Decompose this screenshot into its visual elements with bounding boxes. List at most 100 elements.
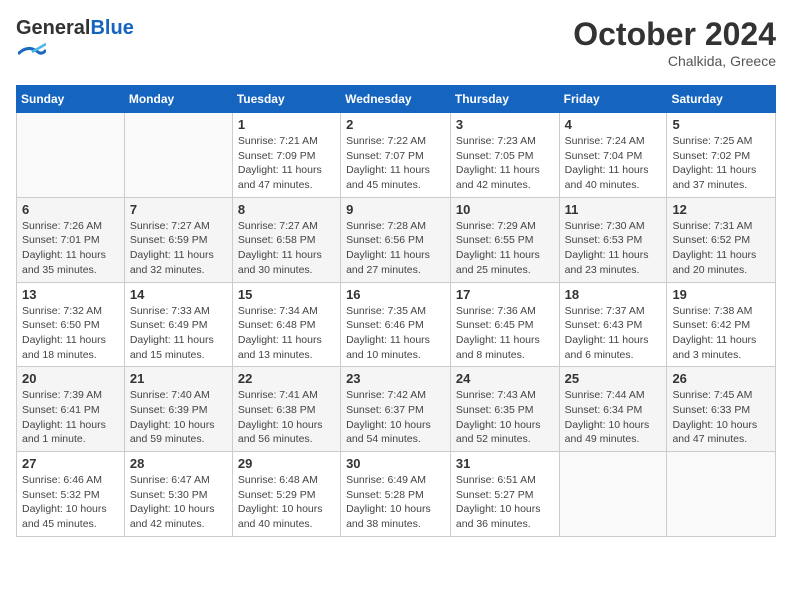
calendar-week-row: 1 Sunrise: 7:21 AMSunset: 7:09 PMDaylight…	[17, 113, 776, 198]
title-block: October 2024 Chalkida, Greece	[573, 16, 776, 69]
day-info: Sunrise: 7:36 AMSunset: 6:45 PMDaylight:…	[456, 304, 554, 363]
calendar-cell: 13 Sunrise: 7:32 AMSunset: 6:50 PMDayligh…	[17, 282, 125, 367]
calendar-cell: 5 Sunrise: 7:25 AMSunset: 7:02 PMDaylight…	[667, 113, 776, 198]
calendar-cell: 27 Sunrise: 6:46 AMSunset: 5:32 PMDayligh…	[17, 452, 125, 537]
calendar-cell: 16Sunrise: 7:35 AMSunset: 6:46 PMDayligh…	[341, 282, 451, 367]
day-number: 23	[346, 371, 445, 386]
page-header: GeneralBlue October 2024 Chalkida, Greec…	[16, 16, 776, 73]
day-number: 11	[565, 202, 662, 217]
day-number: 19	[672, 287, 770, 302]
calendar-week-row: 6Sunrise: 7:26 AMSunset: 7:01 PMDaylight…	[17, 197, 776, 282]
calendar-cell	[559, 452, 667, 537]
location: Chalkida, Greece	[573, 53, 776, 69]
day-number: 30	[346, 456, 445, 471]
calendar-cell	[667, 452, 776, 537]
calendar-cell: 9Sunrise: 7:28 AMSunset: 6:56 PMDaylight…	[341, 197, 451, 282]
day-info: Sunrise: 7:44 AMSunset: 6:34 PMDaylight:…	[565, 388, 662, 447]
day-info: Sunrise: 7:43 AMSunset: 6:35 PMDaylight:…	[456, 388, 554, 447]
calendar-table: SundayMondayTuesdayWednesdayThursdayFrid…	[16, 85, 776, 537]
calendar-cell: 3Sunrise: 7:23 AMSunset: 7:05 PMDaylight…	[450, 113, 559, 198]
day-number: 4	[565, 117, 662, 132]
calendar-cell: 28 Sunrise: 6:47 AMSunset: 5:30 PMDayligh…	[124, 452, 232, 537]
day-info: Sunrise: 7:22 AMSunset: 7:07 PMDaylight:…	[346, 134, 445, 193]
calendar-cell: 15Sunrise: 7:34 AMSunset: 6:48 PMDayligh…	[232, 282, 340, 367]
day-info: Sunrise: 7:24 AMSunset: 7:04 PMDaylight:…	[565, 134, 662, 193]
day-number: 26	[672, 371, 770, 386]
calendar-cell: 25Sunrise: 7:44 AMSunset: 6:34 PMDayligh…	[559, 367, 667, 452]
day-info: Sunrise: 7:21 AMSunset: 7:09 PMDaylight:…	[238, 134, 335, 193]
header-day: Sunday	[17, 86, 125, 113]
day-info: Sunrise: 7:32 AMSunset: 6:50 PMDaylight:…	[22, 304, 119, 363]
day-number: 5	[672, 117, 770, 132]
day-number: 14	[130, 287, 227, 302]
day-info: Sunrise: 7:35 AMSunset: 6:46 PMDaylight:…	[346, 304, 445, 363]
header-day: Tuesday	[232, 86, 340, 113]
calendar-cell: 19Sunrise: 7:38 AMSunset: 6:42 PMDayligh…	[667, 282, 776, 367]
day-number: 24	[456, 371, 554, 386]
logo-icon	[18, 40, 46, 68]
calendar-cell: 20 Sunrise: 7:39 AMSunset: 6:41 PMDayligh…	[17, 367, 125, 452]
calendar-cell: 30 Sunrise: 6:49 AMSunset: 5:28 PMDayligh…	[341, 452, 451, 537]
calendar-week-row: 13 Sunrise: 7:32 AMSunset: 6:50 PMDayligh…	[17, 282, 776, 367]
calendar-cell: 10 Sunrise: 7:29 AMSunset: 6:55 PMDayligh…	[450, 197, 559, 282]
day-number: 10	[456, 202, 554, 217]
calendar-cell: 14 Sunrise: 7:33 AMSunset: 6:49 PMDayligh…	[124, 282, 232, 367]
calendar-cell: 22 Sunrise: 7:41 AMSunset: 6:38 PMDayligh…	[232, 367, 340, 452]
day-info: Sunrise: 7:45 AMSunset: 6:33 PMDaylight:…	[672, 388, 770, 447]
day-number: 15	[238, 287, 335, 302]
day-info: Sunrise: 7:42 AMSunset: 6:37 PMDaylight:…	[346, 388, 445, 447]
day-number: 18	[565, 287, 662, 302]
calendar-cell: 2 Sunrise: 7:22 AMSunset: 7:07 PMDaylight…	[341, 113, 451, 198]
calendar-cell: 1 Sunrise: 7:21 AMSunset: 7:09 PMDaylight…	[232, 113, 340, 198]
calendar-cell: 24 Sunrise: 7:43 AMSunset: 6:35 PMDayligh…	[450, 367, 559, 452]
day-number: 3	[456, 117, 554, 132]
day-info: Sunrise: 7:28 AMSunset: 6:56 PMDaylight:…	[346, 219, 445, 278]
day-info: Sunrise: 7:33 AMSunset: 6:49 PMDaylight:…	[130, 304, 227, 363]
calendar-cell: 23 Sunrise: 7:42 AMSunset: 6:37 PMDayligh…	[341, 367, 451, 452]
calendar-cell: 26 Sunrise: 7:45 AMSunset: 6:33 PMDayligh…	[667, 367, 776, 452]
calendar-cell: 11 Sunrise: 7:30 AMSunset: 6:53 PMDayligh…	[559, 197, 667, 282]
day-info: Sunrise: 7:27 AMSunset: 6:59 PMDaylight:…	[130, 219, 227, 278]
day-info: Sunrise: 7:29 AMSunset: 6:55 PMDaylight:…	[456, 219, 554, 278]
day-number: 2	[346, 117, 445, 132]
day-number: 29	[238, 456, 335, 471]
logo-general: General	[16, 17, 90, 39]
day-number: 20	[22, 371, 119, 386]
day-info: Sunrise: 7:40 AMSunset: 6:39 PMDaylight:…	[130, 388, 227, 447]
header-day: Saturday	[667, 86, 776, 113]
calendar-cell: 7 Sunrise: 7:27 AMSunset: 6:59 PMDaylight…	[124, 197, 232, 282]
calendar-cell: 21 Sunrise: 7:40 AMSunset: 6:39 PMDayligh…	[124, 367, 232, 452]
calendar-cell: 31Sunrise: 6:51 AMSunset: 5:27 PMDayligh…	[450, 452, 559, 537]
calendar-cell: 17 Sunrise: 7:36 AMSunset: 6:45 PMDayligh…	[450, 282, 559, 367]
calendar-cell	[17, 113, 125, 198]
day-info: Sunrise: 6:48 AMSunset: 5:29 PMDaylight:…	[238, 473, 335, 532]
header-row: SundayMondayTuesdayWednesdayThursdayFrid…	[17, 86, 776, 113]
day-info: Sunrise: 6:46 AMSunset: 5:32 PMDaylight:…	[22, 473, 119, 532]
day-number: 21	[130, 371, 227, 386]
day-number: 13	[22, 287, 119, 302]
calendar-cell: 8Sunrise: 7:27 AMSunset: 6:58 PMDaylight…	[232, 197, 340, 282]
day-info: Sunrise: 7:25 AMSunset: 7:02 PMDaylight:…	[672, 134, 770, 193]
day-number: 27	[22, 456, 119, 471]
day-info: Sunrise: 7:30 AMSunset: 6:53 PMDaylight:…	[565, 219, 662, 278]
day-info: Sunrise: 7:41 AMSunset: 6:38 PMDaylight:…	[238, 388, 335, 447]
day-info: Sunrise: 6:47 AMSunset: 5:30 PMDaylight:…	[130, 473, 227, 532]
logo: GeneralBlue	[16, 16, 134, 73]
day-info: Sunrise: 7:39 AMSunset: 6:41 PMDaylight:…	[22, 388, 119, 447]
day-number: 17	[456, 287, 554, 302]
calendar-cell: 12 Sunrise: 7:31 AMSunset: 6:52 PMDayligh…	[667, 197, 776, 282]
day-info: Sunrise: 7:27 AMSunset: 6:58 PMDaylight:…	[238, 219, 335, 278]
month-title: October 2024	[573, 16, 776, 53]
day-number: 1	[238, 117, 335, 132]
day-info: Sunrise: 7:31 AMSunset: 6:52 PMDaylight:…	[672, 219, 770, 278]
day-number: 28	[130, 456, 227, 471]
day-info: Sunrise: 7:37 AMSunset: 6:43 PMDaylight:…	[565, 304, 662, 363]
day-number: 31	[456, 456, 554, 471]
day-info: Sunrise: 6:49 AMSunset: 5:28 PMDaylight:…	[346, 473, 445, 532]
header-day: Friday	[559, 86, 667, 113]
day-number: 12	[672, 202, 770, 217]
logo-blue: Blue	[90, 17, 133, 39]
calendar-cell: 4 Sunrise: 7:24 AMSunset: 7:04 PMDaylight…	[559, 113, 667, 198]
day-number: 22	[238, 371, 335, 386]
day-number: 7	[130, 202, 227, 217]
